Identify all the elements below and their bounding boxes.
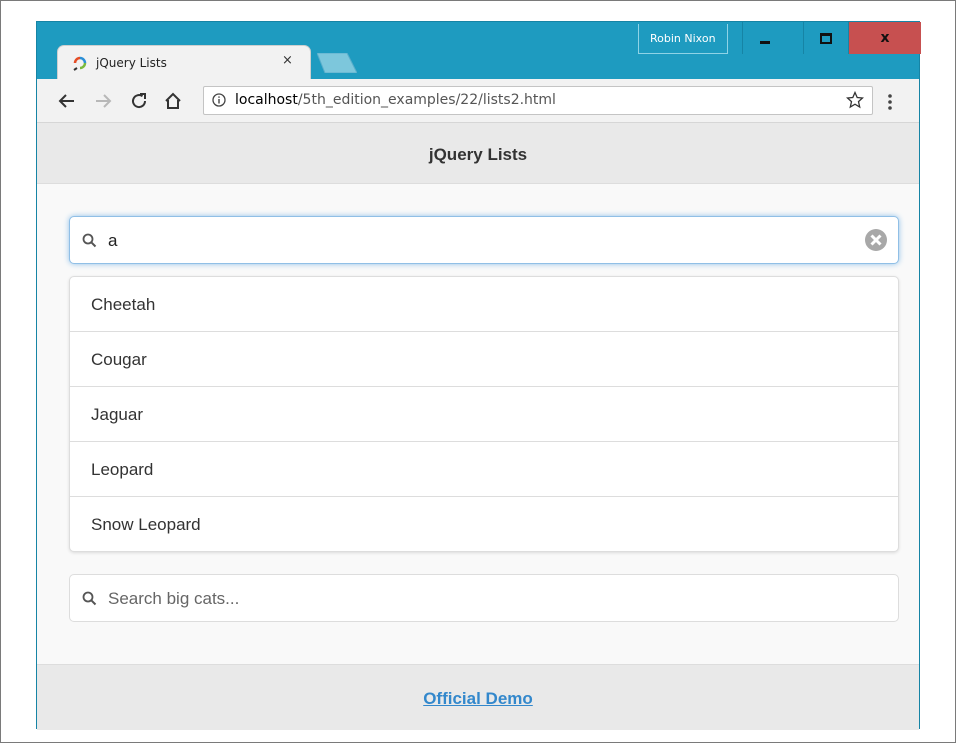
back-arrow-icon[interactable] xyxy=(57,91,77,111)
filter-value: a xyxy=(108,231,118,250)
list-item[interactable]: Leopard xyxy=(70,441,898,496)
browser-toolbar: localhost/5th_edition_examples/22/lists2… xyxy=(37,79,919,123)
list-item[interactable]: Cougar xyxy=(70,331,898,386)
list-item[interactable]: Jaguar xyxy=(70,386,898,441)
tab-title: jQuery Lists xyxy=(96,56,167,70)
maximize-icon xyxy=(819,32,832,44)
filter-input[interactable]: a xyxy=(69,216,899,264)
reload-icon[interactable] xyxy=(129,91,149,111)
official-demo-link[interactable]: Official Demo xyxy=(37,689,919,709)
page-header: jQuery Lists xyxy=(37,123,919,184)
browser-tab[interactable]: jQuery Lists × xyxy=(57,45,311,80)
minimize-button[interactable] xyxy=(742,22,786,54)
close-window-button[interactable]: x xyxy=(848,22,921,54)
profile-name-button[interactable]: Robin Nixon xyxy=(638,24,728,54)
favicon-icon xyxy=(73,56,87,71)
tab-close-icon[interactable]: × xyxy=(282,53,293,68)
list-item[interactable]: Cheetah xyxy=(70,277,898,331)
browser-window: jQuery Lists × Robin Nixon x localhost/5… xyxy=(36,21,921,730)
address-bar[interactable]: localhost/5th_edition_examples/22/lists2… xyxy=(203,86,873,115)
list-item[interactable]: Snow Leopard xyxy=(70,496,898,551)
minimize-icon xyxy=(759,40,770,44)
star-icon[interactable] xyxy=(846,91,864,109)
search-input[interactable] xyxy=(106,585,870,613)
search-icon xyxy=(82,591,97,606)
info-icon[interactable] xyxy=(212,93,226,107)
results-list: Cheetah Cougar Jaguar Leopard Snow Leopa… xyxy=(69,276,899,552)
home-icon[interactable] xyxy=(163,91,183,111)
page-content: jQuery Lists a Cheetah Cougar Jaguar Leo… xyxy=(37,123,919,730)
page-footer: Official Demo xyxy=(37,664,919,730)
maximize-button[interactable] xyxy=(803,22,847,54)
page-title: jQuery Lists xyxy=(428,145,528,164)
close-icon: x xyxy=(880,30,890,46)
menu-icon[interactable] xyxy=(888,93,892,111)
search-field xyxy=(69,574,899,622)
url-host: localhost xyxy=(235,92,298,108)
title-bar: jQuery Lists × Robin Nixon x xyxy=(37,22,921,80)
forward-arrow-icon[interactable] xyxy=(93,91,113,111)
new-tab-button[interactable] xyxy=(317,53,357,73)
clear-icon[interactable] xyxy=(864,228,888,252)
search-icon xyxy=(82,233,97,248)
url-text: localhost/5th_edition_examples/22/lists2… xyxy=(235,92,556,108)
url-path: /5th_edition_examples/22/lists2.html xyxy=(297,92,556,108)
